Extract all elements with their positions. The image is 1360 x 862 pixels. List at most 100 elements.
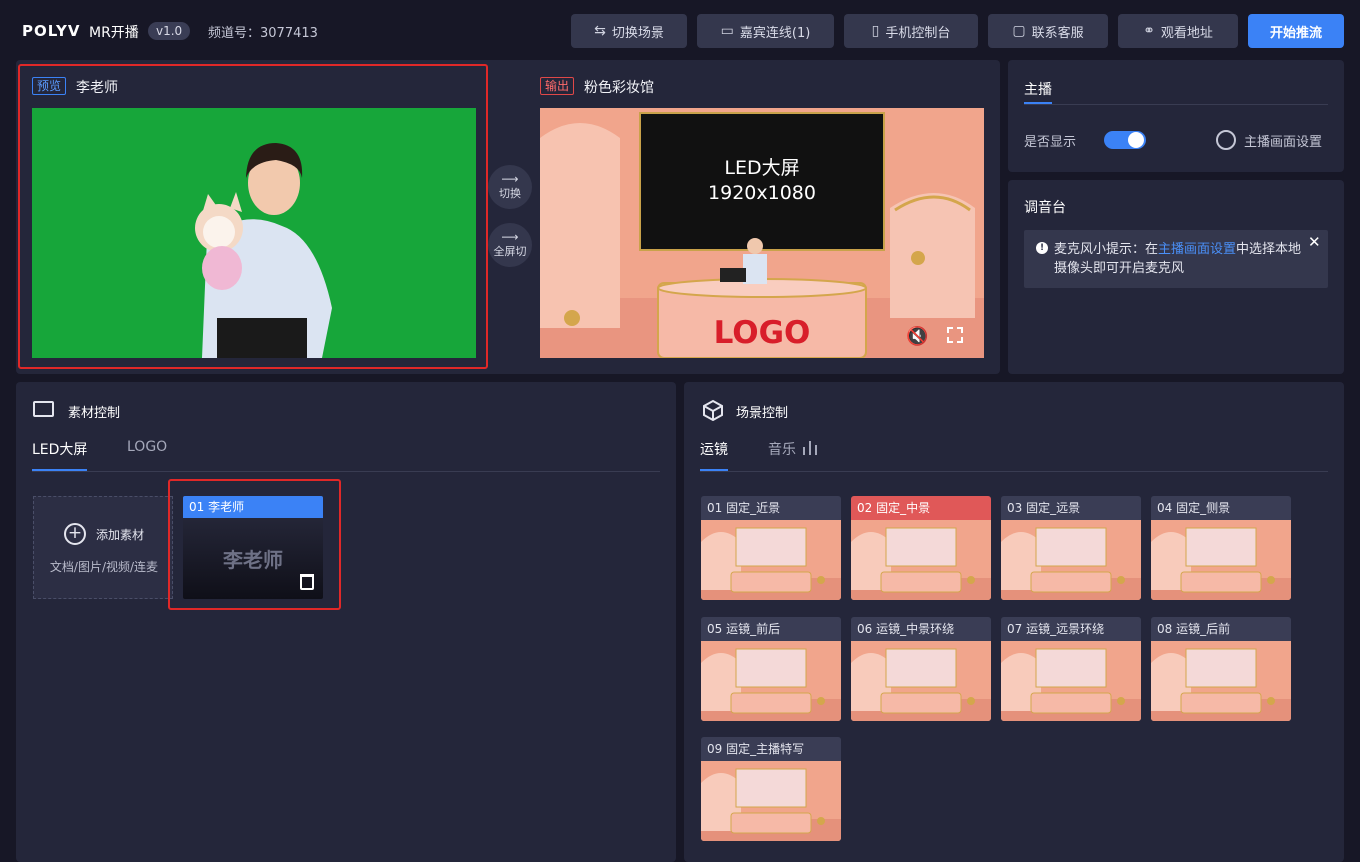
trash-icon[interactable]	[300, 574, 314, 590]
scene-card-thumbnail	[1001, 520, 1141, 600]
watch-url-button[interactable]: ⚭ 观看地址	[1118, 14, 1238, 48]
scene-panel: 场景控制 运镜 音乐 01 固定_近景 02 固定_中景 03 固定_远景 04 固定…	[684, 382, 1344, 862]
contact-support-label: 联系客服	[1031, 25, 1084, 41]
version-badge: v1.0	[148, 22, 191, 40]
polyv-logo: POLYV	[22, 22, 81, 40]
led-screen-text: LED大屏 1920x1080	[640, 156, 884, 206]
scene-card-label: 02 固定_中景	[851, 496, 991, 520]
mixer-panel: 调音台 ! 麦克风小提示：在主播画面设置中选择本地摄像头即可开启麦克风 ✕	[1008, 180, 1344, 374]
output-tag: 输出	[540, 77, 575, 95]
host-settings-link[interactable]: 主播画面设置	[1244, 131, 1322, 150]
scene-card-label: 05 运镜_前后	[701, 617, 841, 641]
fullscreen-icon[interactable]	[947, 327, 963, 343]
arrow-right-icon: ⟶	[501, 172, 519, 186]
switch-scene-icon: ⇆	[594, 23, 606, 39]
gear-icon[interactable]	[1216, 130, 1236, 150]
scene-card-label: 04 固定_侧景	[1151, 496, 1291, 520]
preview-video[interactable]	[32, 108, 476, 358]
scene-card[interactable]: 02 固定_中景	[851, 496, 991, 600]
host-tab[interactable]: 主播	[1024, 79, 1052, 99]
guest-connect-button[interactable]: ▭ 嘉宾连线(1)	[697, 14, 834, 48]
tab-led-screen[interactable]: LED大屏	[32, 439, 87, 459]
mixer-title: 调音台	[1024, 200, 1066, 216]
switch-label: 切换	[499, 187, 521, 200]
scene-card[interactable]: 06 运镜_中景环绕	[851, 617, 991, 721]
show-host-toggle[interactable]	[1104, 131, 1146, 149]
show-host-label: 是否显示	[1024, 135, 1077, 150]
scene-card-thumbnail	[1001, 641, 1141, 721]
add-material-button[interactable]: + 添加素材 文档/图片/视频/连麦	[33, 496, 173, 599]
mic-tip-text: 麦克风小提示：在主播画面设置中选择本地摄像头即可开启麦克风	[1054, 240, 1304, 278]
switch-button[interactable]: ⟶ 切换	[488, 165, 532, 209]
scene-card[interactable]: 05 运镜_前后	[701, 617, 841, 721]
arrow-right-icon: ⟶	[501, 230, 519, 244]
scene-card-thumbnail	[1151, 520, 1291, 600]
fullscreen-cut-button[interactable]: ⟶ 全屏切	[488, 223, 532, 267]
watch-url-label: 观看地址	[1160, 25, 1213, 41]
scene-card[interactable]: 09 固定_主播特写	[701, 737, 841, 841]
mute-icon[interactable]: 🔇	[906, 326, 928, 347]
preview-title: 李老师	[76, 80, 118, 96]
chat-icon: ▢	[1012, 23, 1026, 39]
host-divider	[1024, 104, 1328, 105]
tablet-icon: ▯	[871, 23, 880, 39]
switch-scene-label: 切换场景	[611, 25, 664, 41]
scene-divider	[700, 471, 1328, 472]
tab-logo[interactable]: LOGO	[127, 439, 167, 455]
scene-card-label: 09 固定_主播特写	[701, 737, 841, 761]
led-line-1: LED大屏	[724, 157, 800, 179]
material-title: 素材控制	[68, 406, 121, 421]
material-item[interactable]: 01 李老师 李老师	[183, 496, 323, 599]
plus-circle-icon: +	[64, 523, 86, 545]
scene-card-thumbnail	[701, 641, 841, 721]
presenter-figure	[32, 108, 476, 358]
audio-bars-icon	[803, 441, 817, 455]
output-video[interactable]: LED大屏 1920x1080 LOGO 🔇	[540, 108, 984, 358]
led-line-2: 1920x1080	[708, 182, 816, 204]
video-camera-icon: ▭	[720, 23, 734, 39]
folder-icon	[33, 401, 54, 417]
scene-card[interactable]: 03 固定_远景	[1001, 496, 1141, 600]
close-icon[interactable]: ✕	[1308, 233, 1321, 251]
info-icon: !	[1036, 242, 1048, 254]
scene-card-label: 07 运镜_远景环绕	[1001, 617, 1141, 641]
scene-card-label: 06 运镜_中景环绕	[851, 617, 991, 641]
output-title: 粉色彩妆馆	[584, 80, 654, 96]
fullscreen-cut-label: 全屏切	[493, 245, 527, 258]
scene-title: 场景控制	[736, 406, 789, 421]
contact-support-button[interactable]: ▢ 联系客服	[988, 14, 1108, 48]
switch-scene-button[interactable]: ⇆ 切换场景	[571, 14, 687, 48]
material-item-name: 李老师	[208, 500, 245, 514]
scene-card-thumbnail	[701, 520, 841, 600]
mobile-console-label: 手机控制台	[885, 25, 951, 41]
scene-card[interactable]: 08 运镜_后前	[1151, 617, 1291, 721]
add-material-label: 添加素材	[96, 528, 145, 542]
material-panel: 素材控制 LED大屏 LOGO + 添加素材 文档/图片/视频/连麦 01 李老…	[16, 382, 676, 862]
scene-card-label: 01 固定_近景	[701, 496, 841, 520]
scene-card-thumbnail	[701, 761, 841, 841]
material-item-index: 01	[189, 500, 205, 514]
scene-card-thumbnail	[851, 641, 991, 721]
add-material-hint: 文档/图片/视频/连麦	[49, 560, 159, 574]
mic-tip-prefix: 麦克风小提示：在	[1054, 242, 1159, 257]
scene-card[interactable]: 07 运镜_远景环绕	[1001, 617, 1141, 721]
channel-number: 频道号：3077413	[208, 26, 318, 41]
material-item-header: 01 李老师	[183, 496, 323, 518]
host-panel: 主播 是否显示 主播画面设置	[1008, 60, 1344, 172]
link-icon: ⚭	[1143, 23, 1155, 39]
scene-card[interactable]: 01 固定_近景	[701, 496, 841, 600]
app-name: MR开播	[89, 25, 139, 41]
guest-connect-label: 嘉宾连线(1)	[739, 25, 811, 41]
tab-camera-moves[interactable]: 运镜	[700, 439, 728, 459]
scene-card-thumbnail	[851, 520, 991, 600]
top-bar: POLYV MR开播 v1.0 频道号：3077413 ⇆ 切换场景 ▭ 嘉宾连线(…	[0, 0, 1360, 60]
scene-card-label: 08 运镜_后前	[1151, 617, 1291, 641]
desk-logo: LOGO	[713, 315, 811, 351]
tab-music[interactable]: 音乐	[768, 439, 796, 459]
mobile-console-button[interactable]: ▯ 手机控制台	[844, 14, 978, 48]
start-stream-button[interactable]: 开始推流	[1248, 14, 1344, 48]
scene-card[interactable]: 04 固定_侧景	[1151, 496, 1291, 600]
mic-tip-link[interactable]: 主播画面设置	[1158, 242, 1236, 257]
scene-card-label: 03 固定_远景	[1001, 496, 1141, 520]
mic-tip-box: ! 麦克风小提示：在主播画面设置中选择本地摄像头即可开启麦克风 ✕	[1024, 230, 1328, 288]
